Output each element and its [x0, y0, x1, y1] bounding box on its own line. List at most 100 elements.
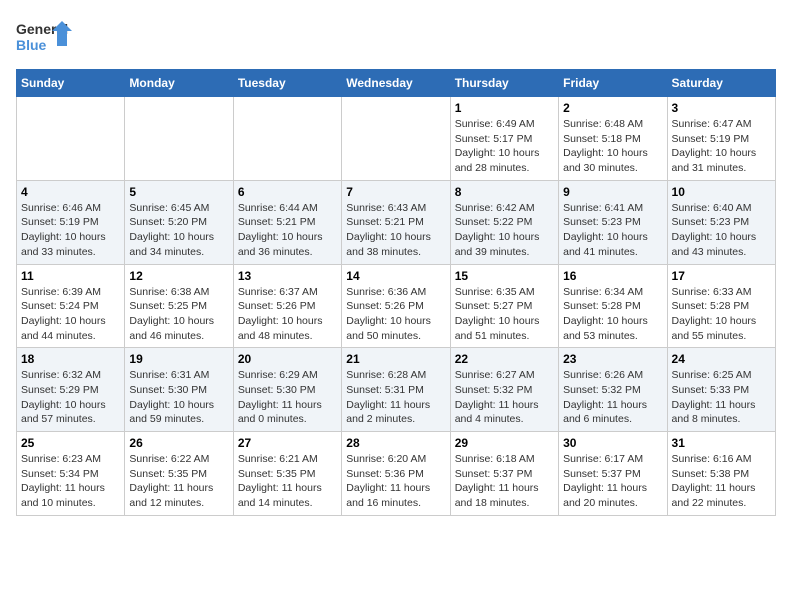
calendar-cell: 25 Sunrise: 6:23 AM Sunset: 5:34 PM Dayli… [17, 432, 125, 516]
calendar-cell: 30 Sunrise: 6:17 AM Sunset: 5:37 PM Dayli… [559, 432, 667, 516]
day-number: 13 [238, 269, 337, 283]
day-info: Sunrise: 6:49 AM Sunset: 5:17 PM Dayligh… [455, 117, 554, 176]
day-info: Sunrise: 6:35 AM Sunset: 5:27 PM Dayligh… [455, 285, 554, 344]
calendar-cell: 20 Sunrise: 6:29 AM Sunset: 5:30 PM Dayli… [233, 348, 341, 432]
day-info: Sunrise: 6:28 AM Sunset: 5:31 PM Dayligh… [346, 368, 445, 427]
calendar-week-row: 1 Sunrise: 6:49 AM Sunset: 5:17 PM Daylig… [17, 97, 776, 181]
calendar-cell: 16 Sunrise: 6:34 AM Sunset: 5:28 PM Dayli… [559, 264, 667, 348]
day-info: Sunrise: 6:39 AM Sunset: 5:24 PM Dayligh… [21, 285, 120, 344]
calendar-cell: 10 Sunrise: 6:40 AM Sunset: 5:23 PM Dayli… [667, 180, 775, 264]
day-number: 15 [455, 269, 554, 283]
day-number: 28 [346, 436, 445, 450]
day-info: Sunrise: 6:22 AM Sunset: 5:35 PM Dayligh… [129, 452, 228, 511]
day-info: Sunrise: 6:43 AM Sunset: 5:21 PM Dayligh… [346, 201, 445, 260]
day-number: 10 [672, 185, 771, 199]
day-number: 5 [129, 185, 228, 199]
calendar-cell: 26 Sunrise: 6:22 AM Sunset: 5:35 PM Dayli… [125, 432, 233, 516]
day-number: 12 [129, 269, 228, 283]
day-number: 7 [346, 185, 445, 199]
day-info: Sunrise: 6:27 AM Sunset: 5:32 PM Dayligh… [455, 368, 554, 427]
day-info: Sunrise: 6:23 AM Sunset: 5:34 PM Dayligh… [21, 452, 120, 511]
day-number: 16 [563, 269, 662, 283]
calendar-cell: 6Sunrise: 6:44 AM Sunset: 5:21 PM Daylig… [233, 180, 341, 264]
svg-text:Blue: Blue [16, 37, 47, 53]
calendar-cell: 12 Sunrise: 6:38 AM Sunset: 5:25 PM Dayli… [125, 264, 233, 348]
calendar-cell: 17Sunrise: 6:33 AM Sunset: 5:28 PM Dayli… [667, 264, 775, 348]
calendar-cell: 21 Sunrise: 6:28 AM Sunset: 5:31 PM Dayli… [342, 348, 450, 432]
calendar-cell [17, 97, 125, 181]
weekday-header: Tuesday [233, 70, 341, 97]
day-number: 8 [455, 185, 554, 199]
calendar-cell: 23 Sunrise: 6:26 AM Sunset: 5:32 PM Dayli… [559, 348, 667, 432]
calendar-cell: 22 Sunrise: 6:27 AM Sunset: 5:32 PM Dayli… [450, 348, 558, 432]
calendar-cell: 27 Sunrise: 6:21 AM Sunset: 5:35 PM Dayli… [233, 432, 341, 516]
day-number: 3 [672, 101, 771, 115]
day-number: 14 [346, 269, 445, 283]
day-info: Sunrise: 6:40 AM Sunset: 5:23 PM Dayligh… [672, 201, 771, 260]
day-info: Sunrise: 6:42 AM Sunset: 5:22 PM Dayligh… [455, 201, 554, 260]
weekday-header: Monday [125, 70, 233, 97]
day-info: Sunrise: 6:21 AM Sunset: 5:35 PM Dayligh… [238, 452, 337, 511]
day-number: 23 [563, 352, 662, 366]
calendar-cell: 2 Sunrise: 6:48 AM Sunset: 5:18 PM Daylig… [559, 97, 667, 181]
weekday-header: Saturday [667, 70, 775, 97]
day-info: Sunrise: 6:37 AM Sunset: 5:26 PM Dayligh… [238, 285, 337, 344]
day-info: Sunrise: 6:46 AM Sunset: 5:19 PM Dayligh… [21, 201, 120, 260]
day-number: 25 [21, 436, 120, 450]
calendar-cell: 19 Sunrise: 6:31 AM Sunset: 5:30 PM Dayli… [125, 348, 233, 432]
calendar-cell: 5Sunrise: 6:45 AM Sunset: 5:20 PM Daylig… [125, 180, 233, 264]
day-number: 27 [238, 436, 337, 450]
calendar-cell: 8 Sunrise: 6:42 AM Sunset: 5:22 PM Daylig… [450, 180, 558, 264]
day-number: 11 [21, 269, 120, 283]
calendar-cell: 15 Sunrise: 6:35 AM Sunset: 5:27 PM Dayli… [450, 264, 558, 348]
day-number: 30 [563, 436, 662, 450]
day-info: Sunrise: 6:47 AM Sunset: 5:19 PM Dayligh… [672, 117, 771, 176]
calendar-week-row: 4 Sunrise: 6:46 AM Sunset: 5:19 PM Daylig… [17, 180, 776, 264]
day-info: Sunrise: 6:20 AM Sunset: 5:36 PM Dayligh… [346, 452, 445, 511]
day-info: Sunrise: 6:38 AM Sunset: 5:25 PM Dayligh… [129, 285, 228, 344]
day-number: 22 [455, 352, 554, 366]
day-info: Sunrise: 6:32 AM Sunset: 5:29 PM Dayligh… [21, 368, 120, 427]
day-info: Sunrise: 6:17 AM Sunset: 5:37 PM Dayligh… [563, 452, 662, 511]
day-number: 31 [672, 436, 771, 450]
calendar-cell: 31 Sunrise: 6:16 AM Sunset: 5:38 PM Dayli… [667, 432, 775, 516]
calendar-cell: 29Sunrise: 6:18 AM Sunset: 5:37 PM Dayli… [450, 432, 558, 516]
day-info: Sunrise: 6:36 AM Sunset: 5:26 PM Dayligh… [346, 285, 445, 344]
day-number: 19 [129, 352, 228, 366]
day-number: 26 [129, 436, 228, 450]
logo-svg: GeneralBlue [16, 16, 76, 61]
weekday-header: Thursday [450, 70, 558, 97]
calendar-cell: 14 Sunrise: 6:36 AM Sunset: 5:26 PM Dayli… [342, 264, 450, 348]
day-number: 4 [21, 185, 120, 199]
weekday-header: Friday [559, 70, 667, 97]
weekday-header-row: SundayMondayTuesdayWednesdayThursdayFrid… [17, 70, 776, 97]
calendar: SundayMondayTuesdayWednesdayThursdayFrid… [16, 69, 776, 516]
day-number: 1 [455, 101, 554, 115]
calendar-cell: 7 Sunrise: 6:43 AM Sunset: 5:21 PM Daylig… [342, 180, 450, 264]
calendar-cell: 13 Sunrise: 6:37 AM Sunset: 5:26 PM Dayli… [233, 264, 341, 348]
day-info: Sunrise: 6:25 AM Sunset: 5:33 PM Dayligh… [672, 368, 771, 427]
day-info: Sunrise: 6:18 AM Sunset: 5:37 PM Dayligh… [455, 452, 554, 511]
day-info: Sunrise: 6:16 AM Sunset: 5:38 PM Dayligh… [672, 452, 771, 511]
day-number: 20 [238, 352, 337, 366]
weekday-header: Sunday [17, 70, 125, 97]
calendar-cell: 9Sunrise: 6:41 AM Sunset: 5:23 PM Daylig… [559, 180, 667, 264]
calendar-cell: 3 Sunrise: 6:47 AM Sunset: 5:19 PM Daylig… [667, 97, 775, 181]
day-info: Sunrise: 6:26 AM Sunset: 5:32 PM Dayligh… [563, 368, 662, 427]
header: GeneralBlue [16, 16, 776, 61]
day-info: Sunrise: 6:48 AM Sunset: 5:18 PM Dayligh… [563, 117, 662, 176]
calendar-week-row: 25 Sunrise: 6:23 AM Sunset: 5:34 PM Dayli… [17, 432, 776, 516]
day-info: Sunrise: 6:29 AM Sunset: 5:30 PM Dayligh… [238, 368, 337, 427]
calendar-cell [233, 97, 341, 181]
calendar-cell: 28 Sunrise: 6:20 AM Sunset: 5:36 PM Dayli… [342, 432, 450, 516]
calendar-cell: 18 Sunrise: 6:32 AM Sunset: 5:29 PM Dayli… [17, 348, 125, 432]
day-info: Sunrise: 6:44 AM Sunset: 5:21 PM Dayligh… [238, 201, 337, 260]
logo: GeneralBlue [16, 16, 76, 61]
day-number: 18 [21, 352, 120, 366]
day-number: 2 [563, 101, 662, 115]
calendar-week-row: 11 Sunrise: 6:39 AM Sunset: 5:24 PM Dayli… [17, 264, 776, 348]
day-info: Sunrise: 6:34 AM Sunset: 5:28 PM Dayligh… [563, 285, 662, 344]
calendar-cell [125, 97, 233, 181]
day-info: Sunrise: 6:31 AM Sunset: 5:30 PM Dayligh… [129, 368, 228, 427]
day-number: 21 [346, 352, 445, 366]
